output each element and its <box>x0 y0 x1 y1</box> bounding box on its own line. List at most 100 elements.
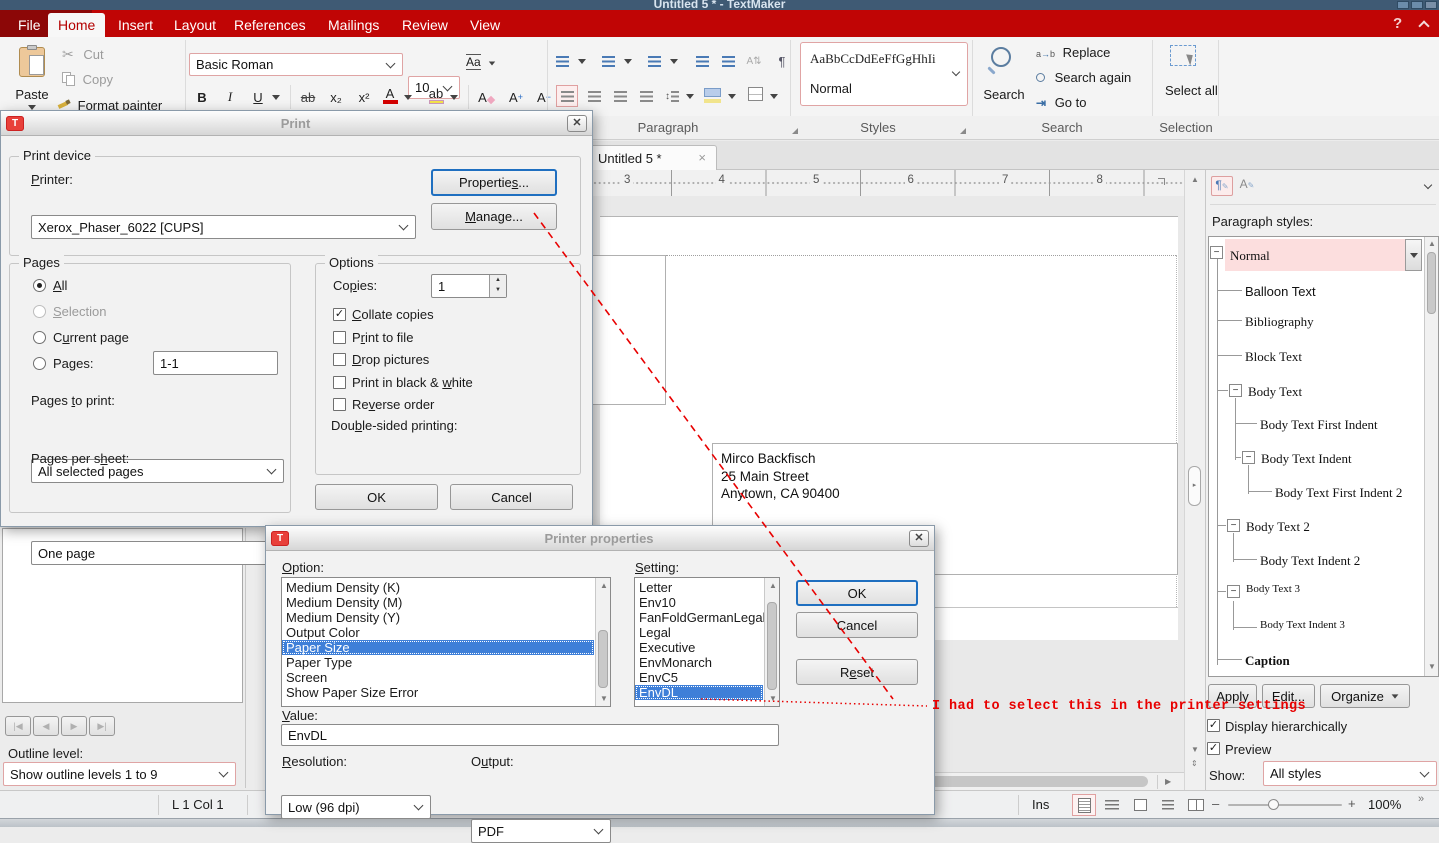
font-family-select[interactable]: Basic Roman <box>189 53 403 76</box>
value-input[interactable]: EnvDL <box>281 724 779 746</box>
ribbon-collapse-icon[interactable] <box>1418 20 1429 31</box>
v-scroll-up-icon[interactable]: ▲ <box>1191 176 1199 184</box>
numbered-list-dropdown-icon[interactable] <box>624 59 632 64</box>
underline-dropdown-icon[interactable] <box>272 95 280 100</box>
vertical-scrollbar[interactable]: ▲ ▸ ▼ ⇕ <box>1184 170 1205 790</box>
selected-style-dropdown[interactable] <box>1405 239 1422 271</box>
tree-collapse-icon[interactable]: − <box>1229 384 1242 397</box>
search-again-button[interactable]: Search again <box>1036 70 1166 86</box>
select-all-button[interactable]: Select all <box>1158 43 1216 115</box>
nav-last-button[interactable]: ▶| <box>89 716 115 736</box>
pages-range-input[interactable]: 1-1 <box>153 351 278 375</box>
highlight-dropdown-icon[interactable] <box>450 95 458 100</box>
properties-button[interactable]: Properties... <box>431 169 557 196</box>
style-tree-item[interactable]: Body Text Indent 2 <box>1260 553 1360 569</box>
sidebar-menu-icon[interactable] <box>1424 181 1432 189</box>
decrease-indent-button[interactable] <box>690 50 714 72</box>
list-item[interactable]: Legal <box>635 625 763 640</box>
list-item[interactable]: Show Paper Size Error <box>282 685 594 700</box>
style-tree-item[interactable]: Bibliography <box>1245 314 1314 330</box>
preview-checkbox[interactable] <box>1207 742 1220 755</box>
list-item[interactable]: Medium Density (Y) <box>282 610 594 625</box>
tree-collapse-icon[interactable]: − <box>1227 519 1240 532</box>
props-cancel-button[interactable]: Cancel <box>796 612 918 638</box>
strikethrough-button[interactable]: ab <box>296 86 320 108</box>
page-view-button[interactable] <box>1128 794 1152 816</box>
resolution-select[interactable]: Low (96 dpi) <box>281 795 431 819</box>
option-scroll-up-icon[interactable]: ▲ <box>600 582 608 590</box>
setting-scroll-up-icon[interactable]: ▲ <box>769 582 777 590</box>
paste-button[interactable]: Paste <box>8 43 56 115</box>
style-tree-item[interactable]: Body Text First Indent 2 <box>1275 485 1402 501</box>
bold-button[interactable]: B <box>190 86 214 108</box>
pages-selection-radio[interactable] <box>33 305 46 318</box>
grow-font-button[interactable]: A+ <box>504 86 528 108</box>
style-tree-item[interactable]: Body Text First Indent <box>1260 417 1378 433</box>
list-item[interactable]: Output Color <box>282 625 594 640</box>
increase-indent-button[interactable] <box>716 50 740 72</box>
print-dialog-titlebar[interactable]: T Print ✕ <box>1 111 592 136</box>
setting-scroll-down-icon[interactable]: ▼ <box>769 695 777 703</box>
list-item[interactable]: EnvC5 <box>635 670 763 685</box>
list-item[interactable]: Letter <box>635 580 763 595</box>
tab-layout[interactable]: Layout <box>164 13 226 37</box>
list-item[interactable]: Env10 <box>635 595 763 610</box>
nav-prev-button[interactable]: ◀ <box>33 716 59 736</box>
subscript-button[interactable]: x₂ <box>324 86 348 108</box>
props-dialog-titlebar[interactable]: T Printer properties ✕ <box>266 526 934 551</box>
tab-review[interactable]: Review <box>392 13 458 37</box>
book-view-button[interactable] <box>1184 794 1208 816</box>
zoom-slider-thumb[interactable] <box>1268 799 1279 810</box>
tree-collapse-icon[interactable]: − <box>1210 246 1223 259</box>
align-center-button[interactable] <box>582 85 606 107</box>
close-button[interactable] <box>1425 1 1437 9</box>
output-select[interactable]: PDF <box>471 819 611 843</box>
v-scroll-down-icon[interactable]: ▼ <box>1191 746 1199 754</box>
list-item[interactable]: Medium Density (K) <box>282 580 594 595</box>
tab-home[interactable]: Home <box>48 13 105 37</box>
pages-range-radio[interactable] <box>33 357 46 370</box>
sender-frame[interactable] <box>590 255 666 405</box>
shrink-font-button[interactable]: A− <box>532 86 556 108</box>
borders-dropdown-icon[interactable] <box>770 94 778 99</box>
sort-button[interactable]: A⇅ <box>742 50 766 72</box>
props-dialog-close-icon[interactable]: ✕ <box>909 530 929 547</box>
tab-references[interactable]: References <box>224 13 316 37</box>
multilevel-list-button[interactable] <box>642 50 666 72</box>
list-item[interactable]: Screen <box>282 670 594 685</box>
reverse-order-checkbox[interactable] <box>333 398 346 411</box>
style-tree-item[interactable]: Caption <box>1245 653 1290 669</box>
styles-gallery[interactable]: AaBbCcDdEeFfGgHhIi Normal <box>800 42 968 106</box>
superscript-button[interactable]: x² <box>352 86 376 108</box>
list-item[interactable]: EnvDL <box>635 685 763 700</box>
bullet-list-button[interactable] <box>550 50 574 72</box>
line-spacing-dropdown-icon[interactable] <box>686 94 694 99</box>
list-item[interactable]: FanFoldGermanLegal <box>635 610 763 625</box>
style-tree-item[interactable]: Body Text 3 <box>1246 583 1300 595</box>
insert-mode[interactable]: Ins <box>1032 797 1049 812</box>
zoom-out-icon[interactable]: – <box>1212 796 1219 811</box>
list-item[interactable]: Paper Type <box>282 655 594 670</box>
tab-view[interactable]: View <box>460 13 510 37</box>
multilevel-list-dropdown-icon[interactable] <box>670 59 678 64</box>
continuous-view-button[interactable] <box>1100 794 1124 816</box>
shading-button[interactable] <box>702 87 724 105</box>
align-right-button[interactable] <box>608 85 632 107</box>
list-item[interactable]: EnvMonarch <box>635 655 763 670</box>
print-dialog-close-icon[interactable]: ✕ <box>567 115 587 132</box>
pages-all-radio[interactable] <box>33 279 46 292</box>
v-scroll-page-icon[interactable]: ⇕ <box>1191 760 1198 768</box>
edit-button[interactable]: Edit... <box>1262 684 1315 708</box>
tab-mailings[interactable]: Mailings <box>318 13 389 37</box>
shading-dropdown-icon[interactable] <box>728 94 736 99</box>
h-scroll-right-icon[interactable]: ▶ <box>1165 778 1171 786</box>
style-tree-item[interactable]: Body Text Indent 3 <box>1260 619 1345 631</box>
maximize-button[interactable] <box>1411 1 1423 9</box>
manage-button[interactable]: Manage... <box>431 203 557 230</box>
clear-formatting-button[interactable]: A <box>474 86 498 108</box>
style-tree-item[interactable]: Block Text <box>1245 349 1302 365</box>
apply-button[interactable]: Apply <box>1208 684 1257 708</box>
outline-view-button[interactable] <box>1156 794 1180 816</box>
props-reset-button[interactable]: Reset <box>796 659 918 685</box>
black-white-checkbox[interactable] <box>333 376 346 389</box>
